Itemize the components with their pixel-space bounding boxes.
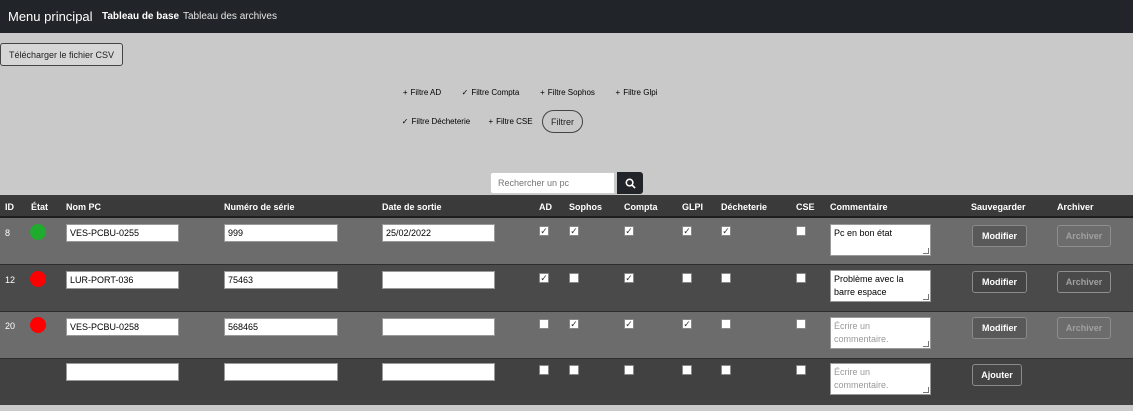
col-decheterie: Décheterie [721, 202, 768, 212]
col-id: ID [5, 202, 14, 212]
decheterie-checkbox[interactable] [721, 273, 731, 283]
cse-checkbox[interactable] [796, 319, 806, 329]
sophos-checkbox[interactable]: ✓ [569, 226, 579, 236]
archiver-button[interactable]: Archiver [1057, 225, 1111, 247]
new-comment-textarea[interactable]: Écrire un commentaire. [830, 363, 931, 395]
glpi-checkbox[interactable] [682, 273, 692, 283]
compta-checkbox[interactable]: ✓ [624, 273, 634, 283]
new-glpi-checkbox[interactable] [682, 365, 692, 375]
archiver-button[interactable]: Archiver [1057, 317, 1111, 339]
ajouter-button[interactable]: Ajouter [972, 364, 1022, 386]
top-navbar: Menu principal Tableau de base Tableau d… [0, 0, 1133, 33]
plus-icon: + [615, 87, 621, 97]
date-input[interactable] [382, 318, 495, 336]
nom-pc-input[interactable] [66, 271, 179, 289]
table-row: 12 ✓ ✓ Problème avec la barre espace Mod… [0, 265, 1133, 312]
status-dot-red [30, 271, 46, 287]
col-sophos: Sophos [569, 202, 602, 212]
date-input[interactable] [382, 271, 495, 289]
modifier-button[interactable]: Modifier [972, 271, 1027, 293]
col-nom-pc: Nom PC [66, 202, 102, 212]
sophos-checkbox[interactable]: ✓ [569, 319, 579, 329]
filter-chip-label: Filtre Décheterie [411, 116, 471, 126]
col-archiver: Archiver [1057, 202, 1094, 212]
compta-checkbox[interactable]: ✓ [624, 319, 634, 329]
col-compta: Compta [624, 202, 658, 212]
plus-icon: + [488, 116, 494, 126]
serial-input[interactable] [224, 224, 338, 242]
comment-textarea[interactable]: Problème avec la barre espace [830, 270, 931, 302]
col-ad: AD [539, 202, 552, 212]
new-sophos-checkbox[interactable] [569, 365, 579, 375]
new-serial-input[interactable] [224, 363, 338, 381]
check-icon: ✓ [401, 116, 409, 126]
filter-chip-compta[interactable]: ✓ Filtre Compta [453, 80, 528, 104]
plus-icon: + [540, 87, 545, 97]
nom-pc-input[interactable] [66, 318, 179, 336]
row-id: 8 [5, 228, 11, 238]
cse-checkbox[interactable] [796, 226, 806, 236]
table-header: ID État Nom PC Numéro de série Date de s… [0, 195, 1133, 218]
row-id: 12 [5, 275, 16, 285]
download-csv-button[interactable]: Télécharger le fichier CSV [0, 43, 123, 66]
modifier-button[interactable]: Modifier [972, 317, 1027, 339]
new-compta-checkbox[interactable] [624, 365, 634, 375]
col-numero-serie: Numéro de série [224, 202, 295, 212]
status-dot-red [30, 317, 46, 333]
glpi-checkbox[interactable]: ✓ [682, 319, 692, 329]
comment-textarea[interactable]: Pc en bon état [830, 224, 931, 256]
ad-checkbox[interactable] [539, 319, 549, 329]
serial-input[interactable] [224, 318, 338, 336]
new-entry-row: Écrire un commentaire. Ajouter [0, 359, 1133, 405]
archiver-button[interactable]: Archiver [1057, 271, 1111, 293]
filter-chip-glpi[interactable]: + Filtre Glpi [607, 80, 666, 104]
ad-checkbox[interactable]: ✓ [539, 273, 549, 283]
nav-link-tableau-de-base[interactable]: Tableau de base [102, 11, 179, 22]
decheterie-checkbox[interactable]: ✓ [721, 226, 731, 236]
date-input[interactable] [382, 224, 495, 242]
search-button[interactable] [617, 172, 643, 194]
check-icon: ✓ [461, 87, 469, 97]
compta-checkbox[interactable]: ✓ [624, 226, 634, 236]
row-id: 20 [5, 321, 16, 331]
col-cse: CSE [796, 202, 815, 212]
plus-icon: + [402, 87, 408, 97]
filter-chip-ad[interactable]: + Filtre AD [394, 80, 450, 104]
filter-chip-label: Filtre Sophos [547, 87, 595, 97]
ad-checkbox[interactable]: ✓ [539, 226, 549, 236]
serial-input[interactable] [224, 271, 338, 289]
col-date-sortie: Date de sortie [382, 202, 442, 212]
col-glpi: GLPI [682, 202, 704, 212]
col-etat: État [31, 202, 49, 212]
decheterie-checkbox[interactable] [721, 319, 731, 329]
brand-menu-principal[interactable]: Menu principal [8, 9, 93, 24]
status-dot-green [30, 224, 46, 240]
new-cse-checkbox[interactable] [796, 365, 806, 375]
filter-chip-label: Filtre Compta [471, 87, 520, 97]
nom-pc-input[interactable] [66, 224, 179, 242]
col-sauvegarder: Sauvegarder [971, 202, 1026, 212]
search-input[interactable] [490, 172, 615, 194]
search-icon [625, 178, 636, 189]
table-row: 20 ✓ ✓ ✓ Écrire un commentaire. Modifier… [0, 312, 1133, 359]
filter-chip-label: Filtre CSE [496, 116, 533, 126]
sophos-checkbox[interactable] [569, 273, 579, 283]
glpi-checkbox[interactable]: ✓ [682, 226, 692, 236]
new-decheterie-checkbox[interactable] [721, 365, 731, 375]
filter-chip-label: Filtre AD [410, 87, 442, 97]
modifier-button[interactable]: Modifier [972, 225, 1027, 247]
col-commentaire: Commentaire [830, 202, 888, 212]
filtrer-button[interactable]: Filtrer [542, 110, 583, 133]
filter-chip-label: Filtre Glpi [623, 87, 658, 97]
comment-textarea[interactable]: Écrire un commentaire. [830, 317, 931, 349]
new-nom-pc-input[interactable] [66, 363, 179, 381]
filter-chip-decheterie[interactable]: ✓ Filtre Décheterie [394, 109, 478, 133]
table-row: 8 ✓ ✓ ✓ ✓ ✓ Pc en bon état Modifier Arch… [0, 218, 1133, 265]
filter-chip-sophos[interactable]: + Filtre Sophos [531, 80, 604, 104]
new-ad-checkbox[interactable] [539, 365, 549, 375]
nav-link-tableau-des-archives[interactable]: Tableau des archives [183, 11, 277, 22]
cse-checkbox[interactable] [796, 273, 806, 283]
new-date-input[interactable] [382, 363, 495, 381]
filter-chip-cse[interactable]: + Filtre CSE [482, 109, 539, 133]
